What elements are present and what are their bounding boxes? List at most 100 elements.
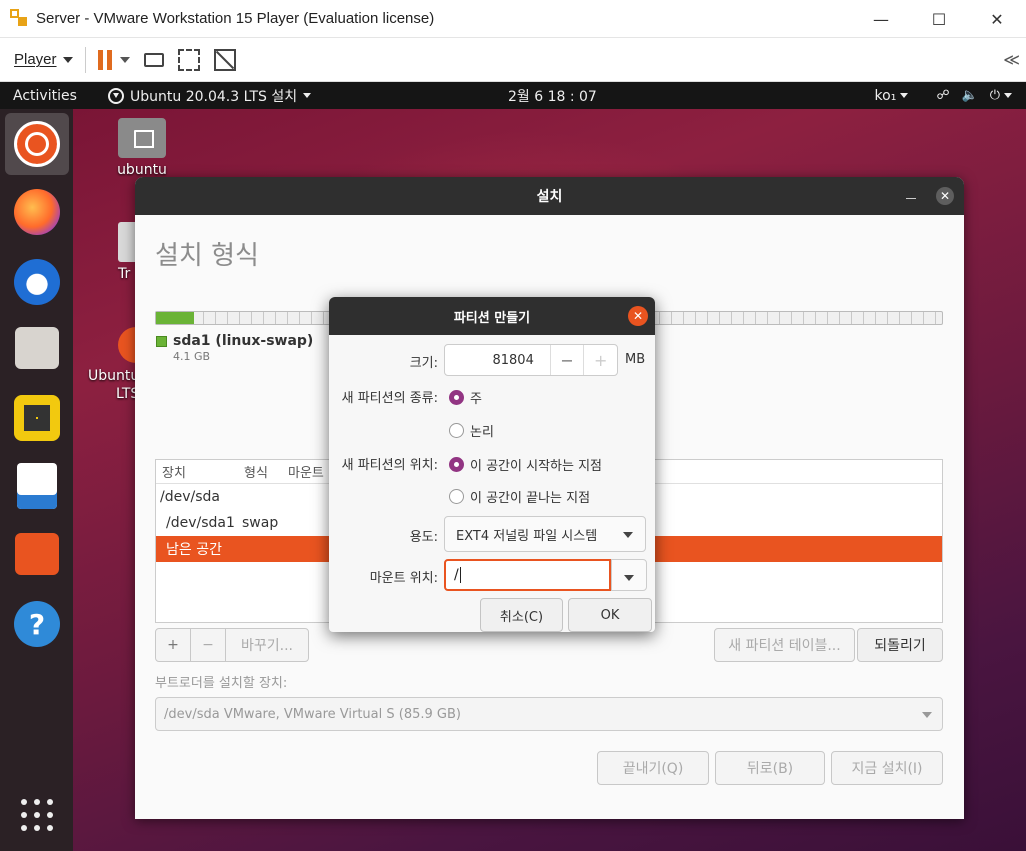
size-unit: MB: [625, 352, 646, 367]
dialog-title: 파티션 만들기: [453, 310, 531, 326]
installer-header: 설치 ✕: [135, 177, 964, 215]
legend-partition-name: sda1 (linux-swap): [173, 333, 314, 349]
installer-close-button[interactable]: ✕: [936, 187, 954, 205]
disk-usage-swap-segment: [156, 312, 194, 324]
mount-point-input[interactable]: /: [444, 559, 611, 591]
use-as-select[interactable]: EXT4 저널링 파일 시스템: [444, 516, 646, 552]
player-menu-label: Player: [14, 51, 57, 68]
installer-shortcut-label-line1: Ubuntu: [88, 368, 140, 384]
quit-button[interactable]: 끝내기(Q): [597, 751, 709, 785]
change-partition-button[interactable]: 바꾸기...: [225, 628, 309, 662]
partition-type-logical-radio[interactable]: 논리: [449, 421, 494, 440]
ok-button[interactable]: OK: [568, 598, 652, 632]
swap-color-swatch: [156, 335, 167, 347]
installer-window-title: 설치: [536, 189, 563, 205]
row-device: /dev/sda: [160, 489, 220, 505]
power-icon: ⏻: [989, 88, 1000, 103]
thunderbird-icon[interactable]: [14, 259, 60, 305]
partition-type-label: 새 파티션의 종류:: [341, 391, 438, 406]
collapse-toolbar-icon[interactable]: ≪: [1003, 50, 1020, 69]
column-header-device[interactable]: 장치: [156, 462, 238, 481]
size-value[interactable]: 81804: [445, 353, 550, 368]
home-folder-label: ubuntu: [117, 162, 167, 178]
toolbar-separator: [84, 46, 86, 73]
input-method-label: ko₁: [874, 87, 897, 104]
clock[interactable]: 2월 6 18 : 07: [508, 86, 597, 106]
column-header-mount[interactable]: 마운트: [282, 462, 324, 481]
window-controls: — ☐ ✕: [852, 0, 1026, 38]
legend-partition-size: 4.1 GB: [173, 350, 211, 363]
app-menu-label: Ubuntu 20.04.3 LTS 설치: [130, 88, 298, 105]
chevron-down-icon: [623, 532, 633, 538]
files-icon[interactable]: [15, 327, 59, 369]
player-menu[interactable]: Player: [14, 51, 73, 68]
size-decrease-button[interactable]: −: [549, 345, 584, 375]
use-as-value: EXT4 저널링 파일 시스템: [456, 528, 598, 544]
chevron-down-icon: [900, 93, 909, 98]
libreoffice-writer-icon[interactable]: [17, 463, 57, 509]
ubuntu-installer-icon[interactable]: [14, 121, 60, 167]
show-applications-icon[interactable]: [21, 799, 53, 831]
revert-button[interactable]: 되돌리기: [857, 628, 943, 662]
trash-icon: [118, 222, 136, 262]
fullscreen-icon[interactable]: [177, 48, 200, 71]
home-folder-icon: [118, 118, 166, 158]
column-header-type[interactable]: 형식: [238, 462, 282, 481]
volume-icon[interactable]: 🔈: [962, 88, 978, 103]
vmware-logo-icon: [10, 8, 30, 29]
radio-label: 이 공간이 시작하는 지점: [470, 459, 602, 474]
input-method-indicator[interactable]: ko₁: [875, 88, 909, 104]
use-as-label: 용도:: [409, 530, 438, 545]
help-icon[interactable]: ?: [14, 601, 60, 647]
desktop-installer-shortcut[interactable]: Ubuntu LTS: [88, 327, 140, 403]
radio-unselected-icon: [449, 423, 464, 438]
minimize-button[interactable]: —: [852, 0, 910, 38]
chevron-down-icon: [1004, 93, 1012, 98]
size-label: 크기:: [409, 356, 438, 371]
ubuntu-software-icon[interactable]: [15, 533, 59, 575]
radio-selected-icon: [449, 457, 464, 472]
rhythmbox-icon[interactable]: [14, 395, 60, 441]
ubuntu-installer-icon: [118, 327, 136, 363]
radio-label: 논리: [470, 425, 494, 440]
add-partition-button[interactable]: +: [155, 628, 191, 662]
row-type: swap: [242, 515, 279, 531]
cancel-button[interactable]: 취소(C): [480, 598, 563, 632]
chevron-down-icon: [922, 712, 932, 718]
power-options-chevron-icon[interactable]: [119, 56, 130, 63]
bootloader-device-select[interactable]: /dev/sda VMware, VMware Virtual S (85.9 …: [155, 697, 943, 731]
trash-label: Tr: [118, 266, 131, 282]
row-device: 남은 공간: [166, 542, 222, 558]
partition-type-primary-radio[interactable]: 주: [449, 388, 482, 407]
pause-icon[interactable]: [97, 49, 112, 70]
back-button[interactable]: 뒤로(B): [715, 751, 825, 785]
maximize-button[interactable]: ☐: [910, 0, 968, 38]
size-increase-button[interactable]: +: [583, 345, 617, 375]
network-icon[interactable]: ☍: [936, 88, 949, 103]
disk-legend: sda1 (linux-swap): [156, 333, 343, 349]
firefox-icon[interactable]: [14, 189, 60, 235]
desktop-home-folder[interactable]: ubuntu: [110, 118, 174, 178]
unity-mode-icon[interactable]: [213, 48, 236, 71]
activities-button[interactable]: Activities: [13, 88, 77, 104]
location-end-radio[interactable]: 이 공간이 끝나는 지점: [449, 487, 590, 506]
remove-partition-button[interactable]: −: [190, 628, 226, 662]
dialog-close-button[interactable]: ✕: [628, 306, 648, 326]
bootloader-device-value: /dev/sda VMware, VMware Virtual S (85.9 …: [164, 706, 461, 722]
app-menu[interactable]: Ubuntu 20.04.3 LTS 설치: [108, 86, 312, 106]
location-start-radio[interactable]: 이 공간이 시작하는 지점: [449, 455, 602, 474]
guest-screen: Activities Ubuntu 20.04.3 LTS 설치 2월 6 18…: [0, 82, 1026, 851]
close-button[interactable]: ✕: [968, 0, 1026, 38]
system-menu[interactable]: ⏻: [990, 88, 1012, 103]
radio-unselected-icon: [449, 489, 464, 504]
minimize-button[interactable]: [906, 198, 916, 199]
mount-point-dropdown-button[interactable]: [611, 559, 647, 591]
mount-point-value: /: [454, 567, 459, 583]
text-cursor: [459, 567, 461, 583]
size-spinbutton[interactable]: 81804 − +: [444, 344, 618, 376]
mount-point-label: 마운트 위치:: [369, 571, 438, 586]
new-partition-table-button[interactable]: 새 파티션 테이블...: [714, 628, 855, 662]
send-ctrl-alt-del-icon[interactable]: [143, 52, 164, 67]
radio-label: 이 공간이 끝나는 지점: [470, 491, 591, 506]
install-now-button[interactable]: 지금 설치(I): [831, 751, 943, 785]
